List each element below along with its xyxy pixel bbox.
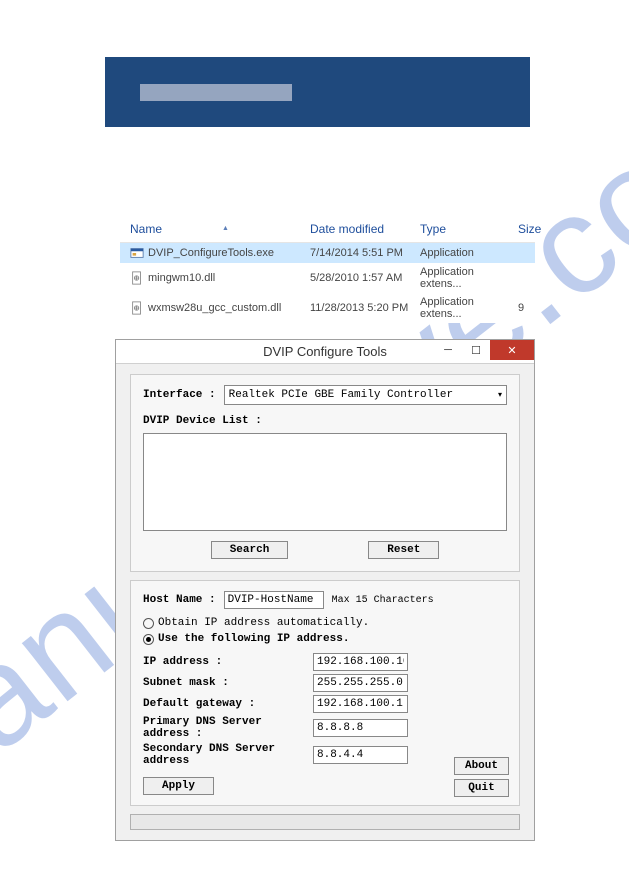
column-header-date[interactable]: Date modified [310,222,420,236]
radio-manual-label: Use the following IP address. [158,633,349,645]
secondary-dns-input[interactable] [313,746,408,764]
radio-checked-icon [143,634,154,645]
device-list-box[interactable] [143,433,507,531]
interface-panel: Interface : Realtek PCIe GBE Family Cont… [130,374,520,572]
ip-address-label: IP address : [143,656,313,668]
file-name: mingwm10.dll [148,272,215,284]
file-type: Application extens... [420,296,518,320]
column-header-type[interactable]: Type [420,222,518,236]
device-list-label: DVIP Device List : [143,415,507,427]
close-button[interactable]: ✕ [490,340,534,360]
explorer-header-row: Name ▲ Date modified Type Size [120,218,535,243]
file-name: DVIP_ConfigureTools.exe [148,247,274,259]
search-button[interactable]: Search [211,541,289,559]
host-max-note: Max 15 Characters [332,595,434,606]
secondary-dns-label: Secondary DNS Server address [143,743,313,767]
interface-label: Interface : [143,389,216,401]
column-header-name[interactable]: Name ▲ [120,222,310,236]
dll-file-icon [130,301,144,315]
default-gateway-label: Default gateway : [143,698,313,710]
file-row[interactable]: wxmsw28u_gcc_custom.dll 11/28/2013 5:20 … [120,293,535,323]
radio-use-following[interactable]: Use the following IP address. [143,633,507,645]
interface-dropdown[interactable]: Realtek PCIe GBE Family Controller ▾ [224,385,507,405]
dvip-configure-dialog: DVIP Configure Tools ─ ☐ ✕ Interface : R… [115,339,535,841]
minimize-button[interactable]: ─ [434,340,462,360]
file-size: 9 [518,302,535,314]
ip-address-input[interactable] [313,653,408,671]
network-settings-panel: Host Name : Max 15 Characters Obtain IP … [130,580,520,806]
sort-ascending-icon: ▲ [222,225,229,232]
radio-auto-label: Obtain IP address automatically. [158,617,369,629]
window-titlebar[interactable]: DVIP Configure Tools ─ ☐ ✕ [116,340,534,364]
banner-inner-block [140,84,292,101]
progress-bar [130,814,520,830]
interface-selected-value: Realtek PCIe GBE Family Controller [229,389,453,401]
column-header-name-text: Name [130,222,162,236]
host-name-input[interactable] [224,591,324,609]
maximize-button[interactable]: ☐ [462,340,490,360]
header-banner [105,57,530,127]
file-date: 11/28/2013 5:20 PM [310,302,420,314]
quit-button[interactable]: Quit [454,779,509,797]
reset-button[interactable]: Reset [368,541,439,559]
file-date: 7/14/2014 5:51 PM [310,247,420,259]
file-type: Application [420,247,518,259]
chevron-down-icon: ▾ [498,390,502,400]
apply-button[interactable]: Apply [143,777,214,795]
file-row[interactable]: mingwm10.dll 5/28/2010 1:57 AM Applicati… [120,263,535,293]
default-gateway-input[interactable] [313,695,408,713]
radio-obtain-auto[interactable]: Obtain IP address automatically. [143,617,507,629]
about-button[interactable]: About [454,757,509,775]
file-type: Application extens... [420,266,518,290]
subnet-mask-label: Subnet mask : [143,677,313,689]
file-row[interactable]: DVIP_ConfigureTools.exe 7/14/2014 5:51 P… [120,243,535,263]
host-name-label: Host Name : [143,594,216,606]
file-date: 5/28/2010 1:57 AM [310,272,420,284]
exe-file-icon [130,246,144,260]
primary-dns-label: Primary DNS Server address : [143,716,313,740]
primary-dns-input[interactable] [313,719,408,737]
file-explorer-list: Name ▲ Date modified Type Size DVIP_Conf… [120,218,535,323]
dll-file-icon [130,271,144,285]
file-name: wxmsw28u_gcc_custom.dll [148,302,281,314]
radio-icon [143,618,154,629]
column-header-size[interactable]: Size [518,222,541,236]
subnet-mask-input[interactable] [313,674,408,692]
